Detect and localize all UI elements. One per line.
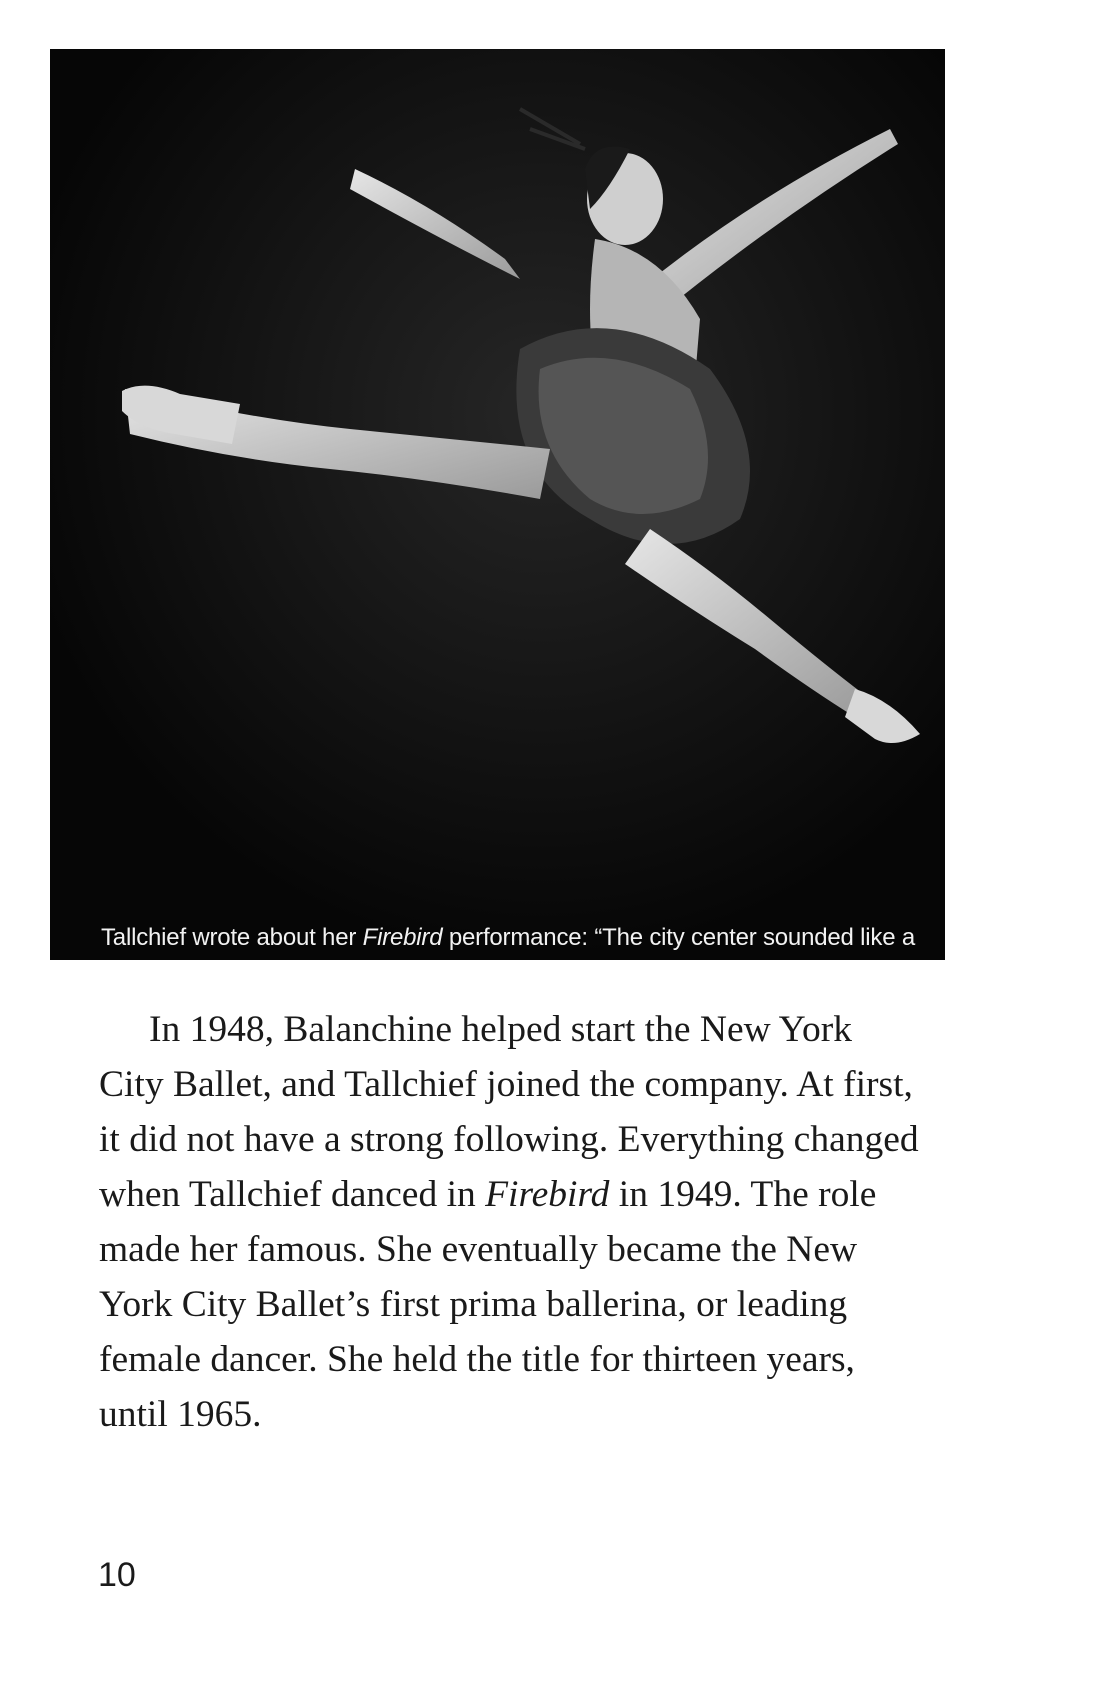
ballerina-illustration [50,49,945,960]
caption-italic-title: Firebird [362,924,443,951]
page-number: 10 [98,1556,136,1594]
paragraph-italic-title: Firebird [485,1174,610,1215]
body-paragraph: In 1948, Balanchine helped start the New… [99,1002,919,1442]
caption-text: Tallchief wrote about her [101,924,363,951]
photo-caption: Tallchief wrote about her Firebird perfo… [101,921,921,960]
ballerina-photo: Tallchief wrote about her Firebird perfo… [50,49,945,960]
